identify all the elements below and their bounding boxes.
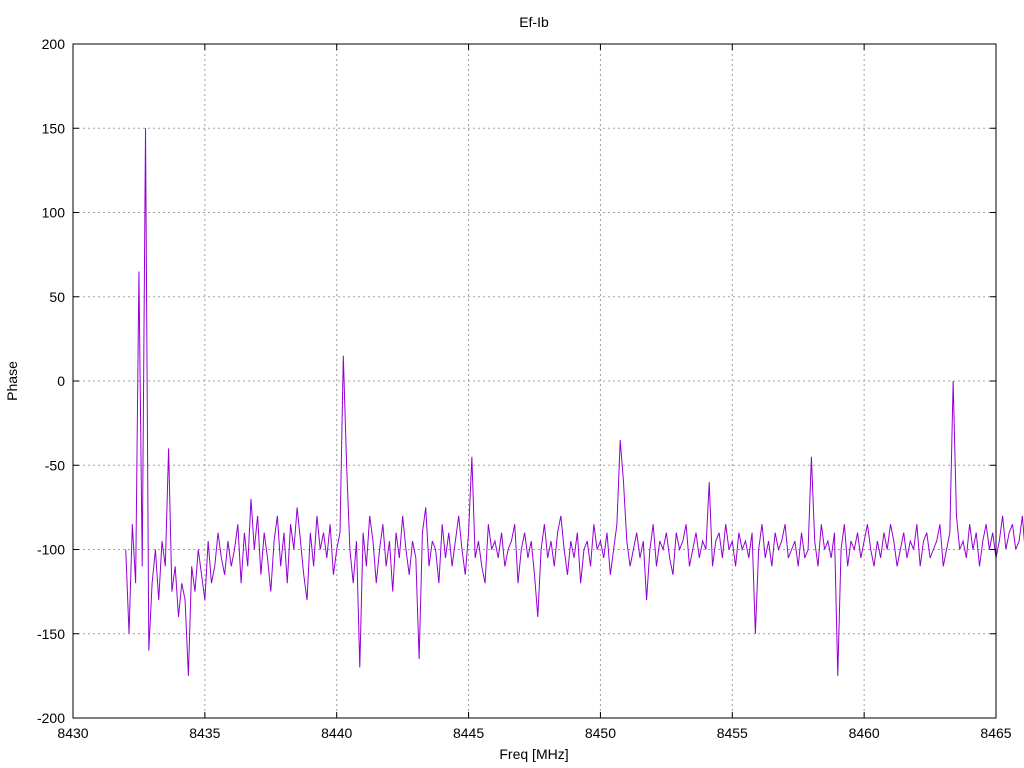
x-tick-label: 8460 — [849, 725, 880, 741]
y-tick-label: -50 — [45, 457, 65, 473]
y-tick-label: 200 — [42, 36, 66, 52]
x-tick-label: 8450 — [585, 725, 616, 741]
y-axis-title: Phase — [4, 361, 20, 401]
x-tick-label: 8430 — [57, 725, 88, 741]
y-tick-label: 150 — [42, 120, 66, 136]
y-tick-label: 50 — [49, 289, 65, 305]
phase-chart: Ef-Ib 8430 8435 8440 8445 8450 8455 8460 8465 -2… — [4, 14, 1024, 762]
x-axis-title: Freq [MHz] — [499, 746, 568, 762]
chart-title: Ef-Ib — [519, 14, 549, 30]
y-tick-label: -200 — [37, 710, 65, 726]
x-tick-label: 8465 — [980, 725, 1011, 741]
x-tick-label: 8445 — [453, 725, 484, 741]
x-tick-label: 8440 — [321, 725, 352, 741]
y-tick-label: -150 — [37, 626, 65, 642]
y-tick-label: 100 — [42, 205, 66, 221]
y-tick-label: 0 — [57, 373, 65, 389]
tick-labels: 8430 8435 8440 8445 8450 8455 8460 8465 -200 -150… — [37, 36, 1012, 741]
grid-lines — [73, 44, 996, 718]
y-tick-label: -100 — [37, 542, 65, 558]
x-tick-label: 8455 — [717, 725, 748, 741]
x-tick-label: 8435 — [189, 725, 220, 741]
